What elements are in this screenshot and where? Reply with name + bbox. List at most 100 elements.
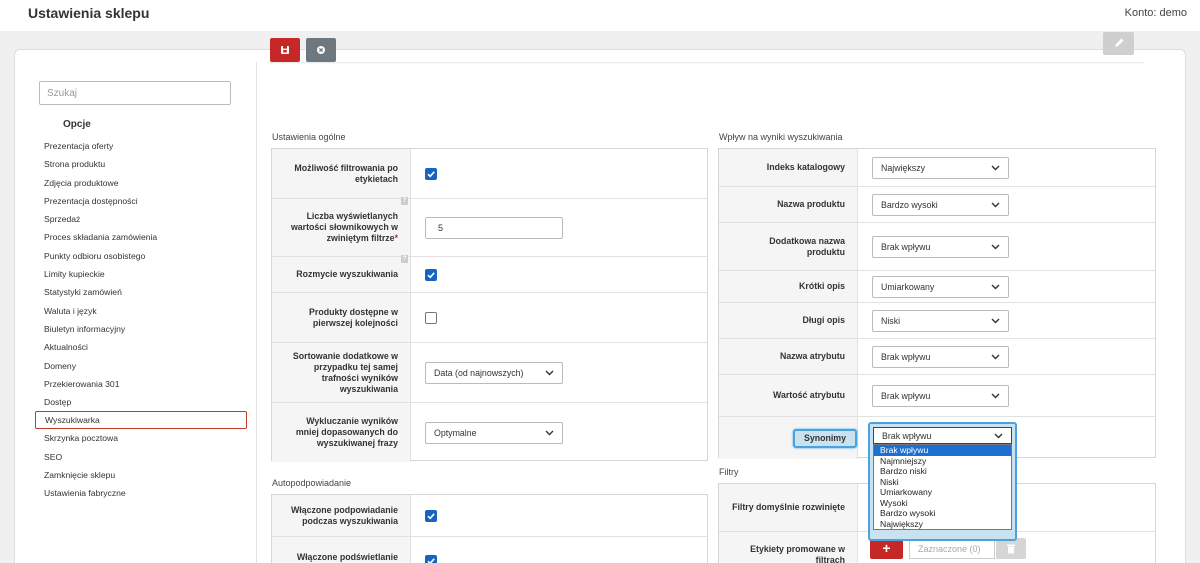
secondary-sort-select[interactable]: Data (od najnowszych) — [425, 361, 563, 384]
sidebar-item[interactable]: Ustawienia fabryczne — [35, 484, 247, 502]
toolbar-divider — [268, 62, 1144, 64]
sidebar-item[interactable]: Punkty odbioru osobistego — [35, 247, 247, 265]
sidebar-item[interactable]: Strona produktu — [35, 155, 247, 173]
impact-row-label: Nazwa atrybutu — [719, 339, 858, 374]
impact-select[interactable]: Brak wpływu — [872, 345, 1009, 368]
exclude-less-select[interactable]: Optymalne — [425, 421, 563, 444]
page-title: Ustawienia sklepu — [28, 5, 150, 21]
chevron-down-icon — [991, 318, 1000, 323]
impact-select[interactable]: Brak wpływu — [872, 384, 1009, 407]
sidebar-item[interactable]: Biuletyn informacyjny — [35, 320, 247, 338]
sidebar-item[interactable]: Dostęp — [35, 393, 247, 411]
general-section-title: Ustawienia ogólne — [272, 132, 346, 142]
help-icon[interactable]: ? — [401, 197, 408, 205]
impact-select[interactable]: Brak wpływu — [872, 235, 1009, 258]
available-first-label: Produkty dostępne w pierwszej kolejności — [272, 293, 411, 342]
autocomplete-highlight-checkbox[interactable] — [425, 555, 437, 563]
sidebar-item[interactable]: Waluta i język — [35, 302, 247, 320]
add-tag-button[interactable]: + — [870, 538, 903, 559]
dropdown-option[interactable]: Największy — [874, 519, 1011, 530]
sidebar-item[interactable]: Wyszukiwarka — [35, 411, 247, 430]
chevron-down-icon — [545, 430, 554, 435]
impact-select[interactable]: Umiarkowany — [872, 275, 1009, 298]
sidebar-item[interactable]: Prezentacja oferty — [35, 137, 247, 155]
filter-by-tags-label: Możliwość filtrowania po etykietach — [272, 149, 411, 198]
sidebar-item[interactable]: Limity kupieckie — [35, 265, 247, 283]
checkmark-icon — [427, 271, 435, 278]
sidebar-item[interactable]: Zdjęcia produktowe — [35, 174, 247, 192]
synonyms-select[interactable]: Brak wpływu — [873, 427, 1012, 444]
impact-select[interactable]: Największy — [872, 156, 1009, 179]
sidebar-item[interactable]: Sprzedaż — [35, 210, 247, 228]
fuzziness-row: ? Rozmycie wyszukiwania — [272, 255, 707, 293]
dropdown-option[interactable]: Brak wpływu — [874, 445, 1011, 456]
synonyms-label: Synonimy — [792, 428, 857, 448]
autocomplete-enabled-checkbox[interactable] — [425, 509, 437, 522]
account-label[interactable]: Konto: demo — [1125, 7, 1187, 19]
floppy-disk-icon — [281, 46, 289, 54]
dict-values-row: ? Liczba wyświetlanych wartości słowniko… — [272, 197, 707, 257]
sidebar: Opcje Prezentacja ofertyStrona produktuZ… — [30, 62, 257, 563]
filters-section-title: Filtry — [719, 467, 739, 477]
general-settings-box: Możliwość filtrowania po etykietach ? Li… — [271, 148, 708, 462]
sidebar-item[interactable]: Prezentacja dostępności — [35, 192, 247, 210]
dropdown-option[interactable]: Najmniejszy — [874, 456, 1011, 467]
sidebar-item[interactable]: Proces składania zamówienia — [35, 228, 247, 246]
chevron-down-icon — [994, 433, 1003, 438]
synonyms-dropdown-open: Brak wpływu Brak wpływu Najmniejszy Bardzo… — [868, 422, 1017, 541]
exclude-less-label: Wykluczanie wyników mniej dopasowanych d… — [272, 403, 411, 462]
dropdown-option[interactable]: Bardzo niski — [874, 466, 1011, 477]
delete-button[interactable] — [996, 538, 1026, 559]
exclude-less-row: Wykluczanie wyników mniej dopasowanych d… — [272, 403, 707, 462]
impact-row-label: Długi opis — [719, 303, 858, 338]
secondary-sort-label: Sortowanie dodatkowe w przypadku tej sam… — [272, 343, 411, 402]
secondary-sort-row: Sortowanie dodatkowe w przypadku tej sam… — [272, 343, 707, 403]
dropdown-option[interactable]: Umiarkowany — [874, 487, 1011, 498]
synonyms-options-list: Brak wpływu Najmniejszy Bardzo niski Niski U… — [873, 444, 1012, 530]
fuzziness-label: Rozmycie wyszukiwania — [296, 269, 398, 279]
sidebar-item[interactable]: Przekierowania 301 — [35, 375, 247, 393]
top-bar: Ustawienia sklepu Konto: demo — [0, 0, 1200, 31]
sidebar-item[interactable]: Zamknięcie sklepu — [35, 466, 247, 484]
fuzziness-checkbox[interactable] — [425, 268, 437, 281]
impact-select[interactable]: Bardzo wysoki — [872, 193, 1009, 216]
save-button[interactable] — [270, 38, 300, 62]
selected-count-field[interactable]: Zaznaczone (0) — [909, 538, 995, 559]
sidebar-item[interactable]: Skrzynka pocztowa — [35, 429, 247, 447]
trash-icon — [1007, 544, 1015, 554]
autocomplete-box: Włączone podpowiadanie podczas wyszukiwa… — [271, 494, 708, 563]
cancel-button[interactable] — [306, 38, 336, 62]
impact-row-label: Krótki opis — [719, 271, 858, 302]
sidebar-heading: Opcje — [63, 119, 91, 130]
dropdown-option[interactable]: Niski — [874, 477, 1011, 488]
promoted-tags-label: Etykiety promowane w filtrach — [719, 532, 858, 563]
impact-row: Nazwa produktu Bardzo wysoki — [719, 187, 1155, 223]
help-icon[interactable]: ? — [401, 255, 408, 263]
filter-by-tags-checkbox[interactable] — [425, 167, 437, 180]
search-input[interactable] — [39, 81, 231, 105]
default-expanded-label: Filtry domyślnie rozwinięte — [719, 484, 858, 531]
checkmark-icon — [427, 512, 435, 519]
impact-section-title: Wpływ na wyniki wyszukiwania — [719, 132, 843, 142]
impact-row: Dodatkowa nazwa produktu Brak wpływu — [719, 223, 1155, 271]
autocomplete-section-title: Autopodpowiadanie — [272, 478, 352, 488]
autocomplete-highlight-row: Włączone podświetlanie — [272, 537, 707, 563]
sidebar-item[interactable]: Aktualności — [35, 338, 247, 356]
dropdown-option[interactable]: Wysoki — [874, 498, 1011, 509]
dict-values-input[interactable]: 5 — [425, 216, 563, 239]
impact-select[interactable]: Niski — [872, 309, 1009, 332]
close-circle-icon — [317, 46, 325, 54]
available-first-checkbox[interactable] — [425, 311, 437, 324]
impact-row-label: Dodatkowa nazwa produktu — [719, 223, 858, 270]
chevron-down-icon — [991, 354, 1000, 359]
impact-row: Nazwa atrybutu Brak wpływu — [719, 339, 1155, 375]
edit-button[interactable] — [1103, 32, 1134, 55]
autocomplete-enabled-label: Włączone podpowiadanie podczas wyszukiwa… — [272, 495, 411, 536]
sidebar-item[interactable]: Domeny — [35, 357, 247, 375]
impact-row-label: Nazwa produktu — [719, 187, 858, 222]
impact-row: Indeks katalogowy Największy — [719, 149, 1155, 187]
sidebar-item[interactable]: Statystyki zamówień — [35, 283, 247, 301]
sidebar-item[interactable]: SEO — [35, 448, 247, 466]
dropdown-option[interactable]: Bardzo wysoki — [874, 508, 1011, 519]
chevron-down-icon — [991, 165, 1000, 170]
